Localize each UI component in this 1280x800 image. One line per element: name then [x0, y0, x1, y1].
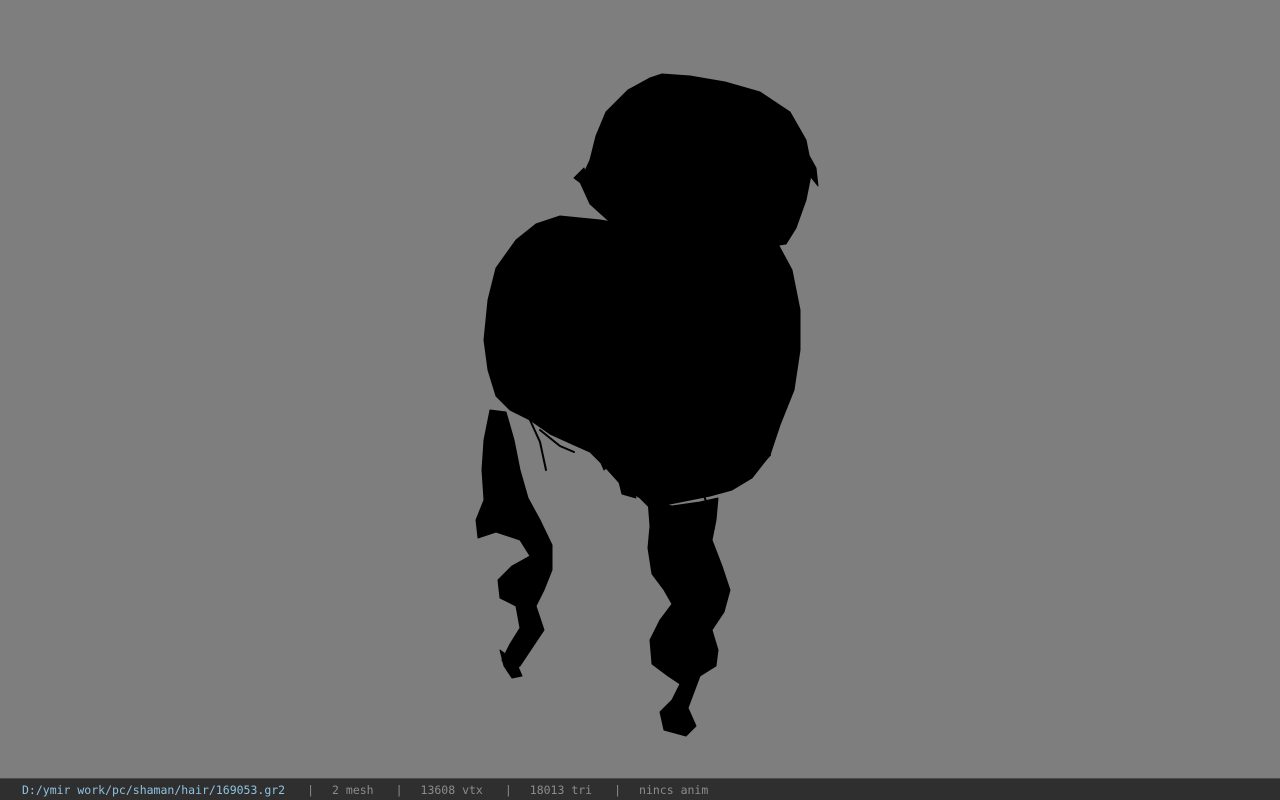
hair-model-silhouette — [475, 73, 819, 737]
hair-curl-right — [647, 497, 731, 737]
animation-status-label: nincs anim — [639, 782, 709, 797]
status-separator: | — [504, 782, 512, 797]
status-separator: | — [307, 782, 315, 797]
hair-main — [483, 215, 801, 509]
file-path-label: D:/ymir work/pc/shaman/hair/169053.gr2 — [22, 782, 286, 797]
mesh-count-label: 2 mesh — [332, 782, 374, 797]
status-separator: | — [614, 782, 622, 797]
status-separator: | — [395, 782, 403, 797]
3d-viewport[interactable] — [0, 0, 1280, 778]
vertex-count-label: 13608 vtx — [420, 782, 483, 797]
status-bar: D:/ymir work/pc/shaman/hair/169053.gr2 |… — [0, 778, 1280, 800]
triangle-count-label: 18013 tri — [529, 782, 593, 797]
